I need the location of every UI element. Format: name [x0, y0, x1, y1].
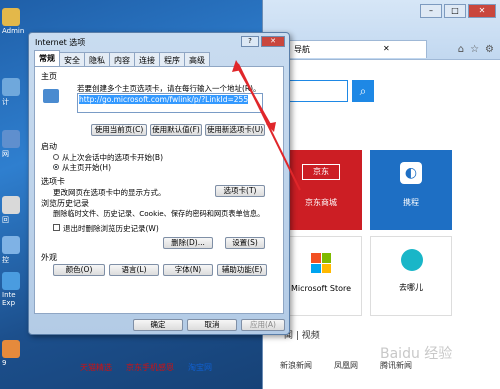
- arrow-to-content: [235, 63, 273, 129]
- annotation-arrows: [232, 60, 301, 191]
- baidu-watermark: Baidu 经验: [380, 346, 453, 362]
- site-watermark: 元计算: [452, 368, 494, 384]
